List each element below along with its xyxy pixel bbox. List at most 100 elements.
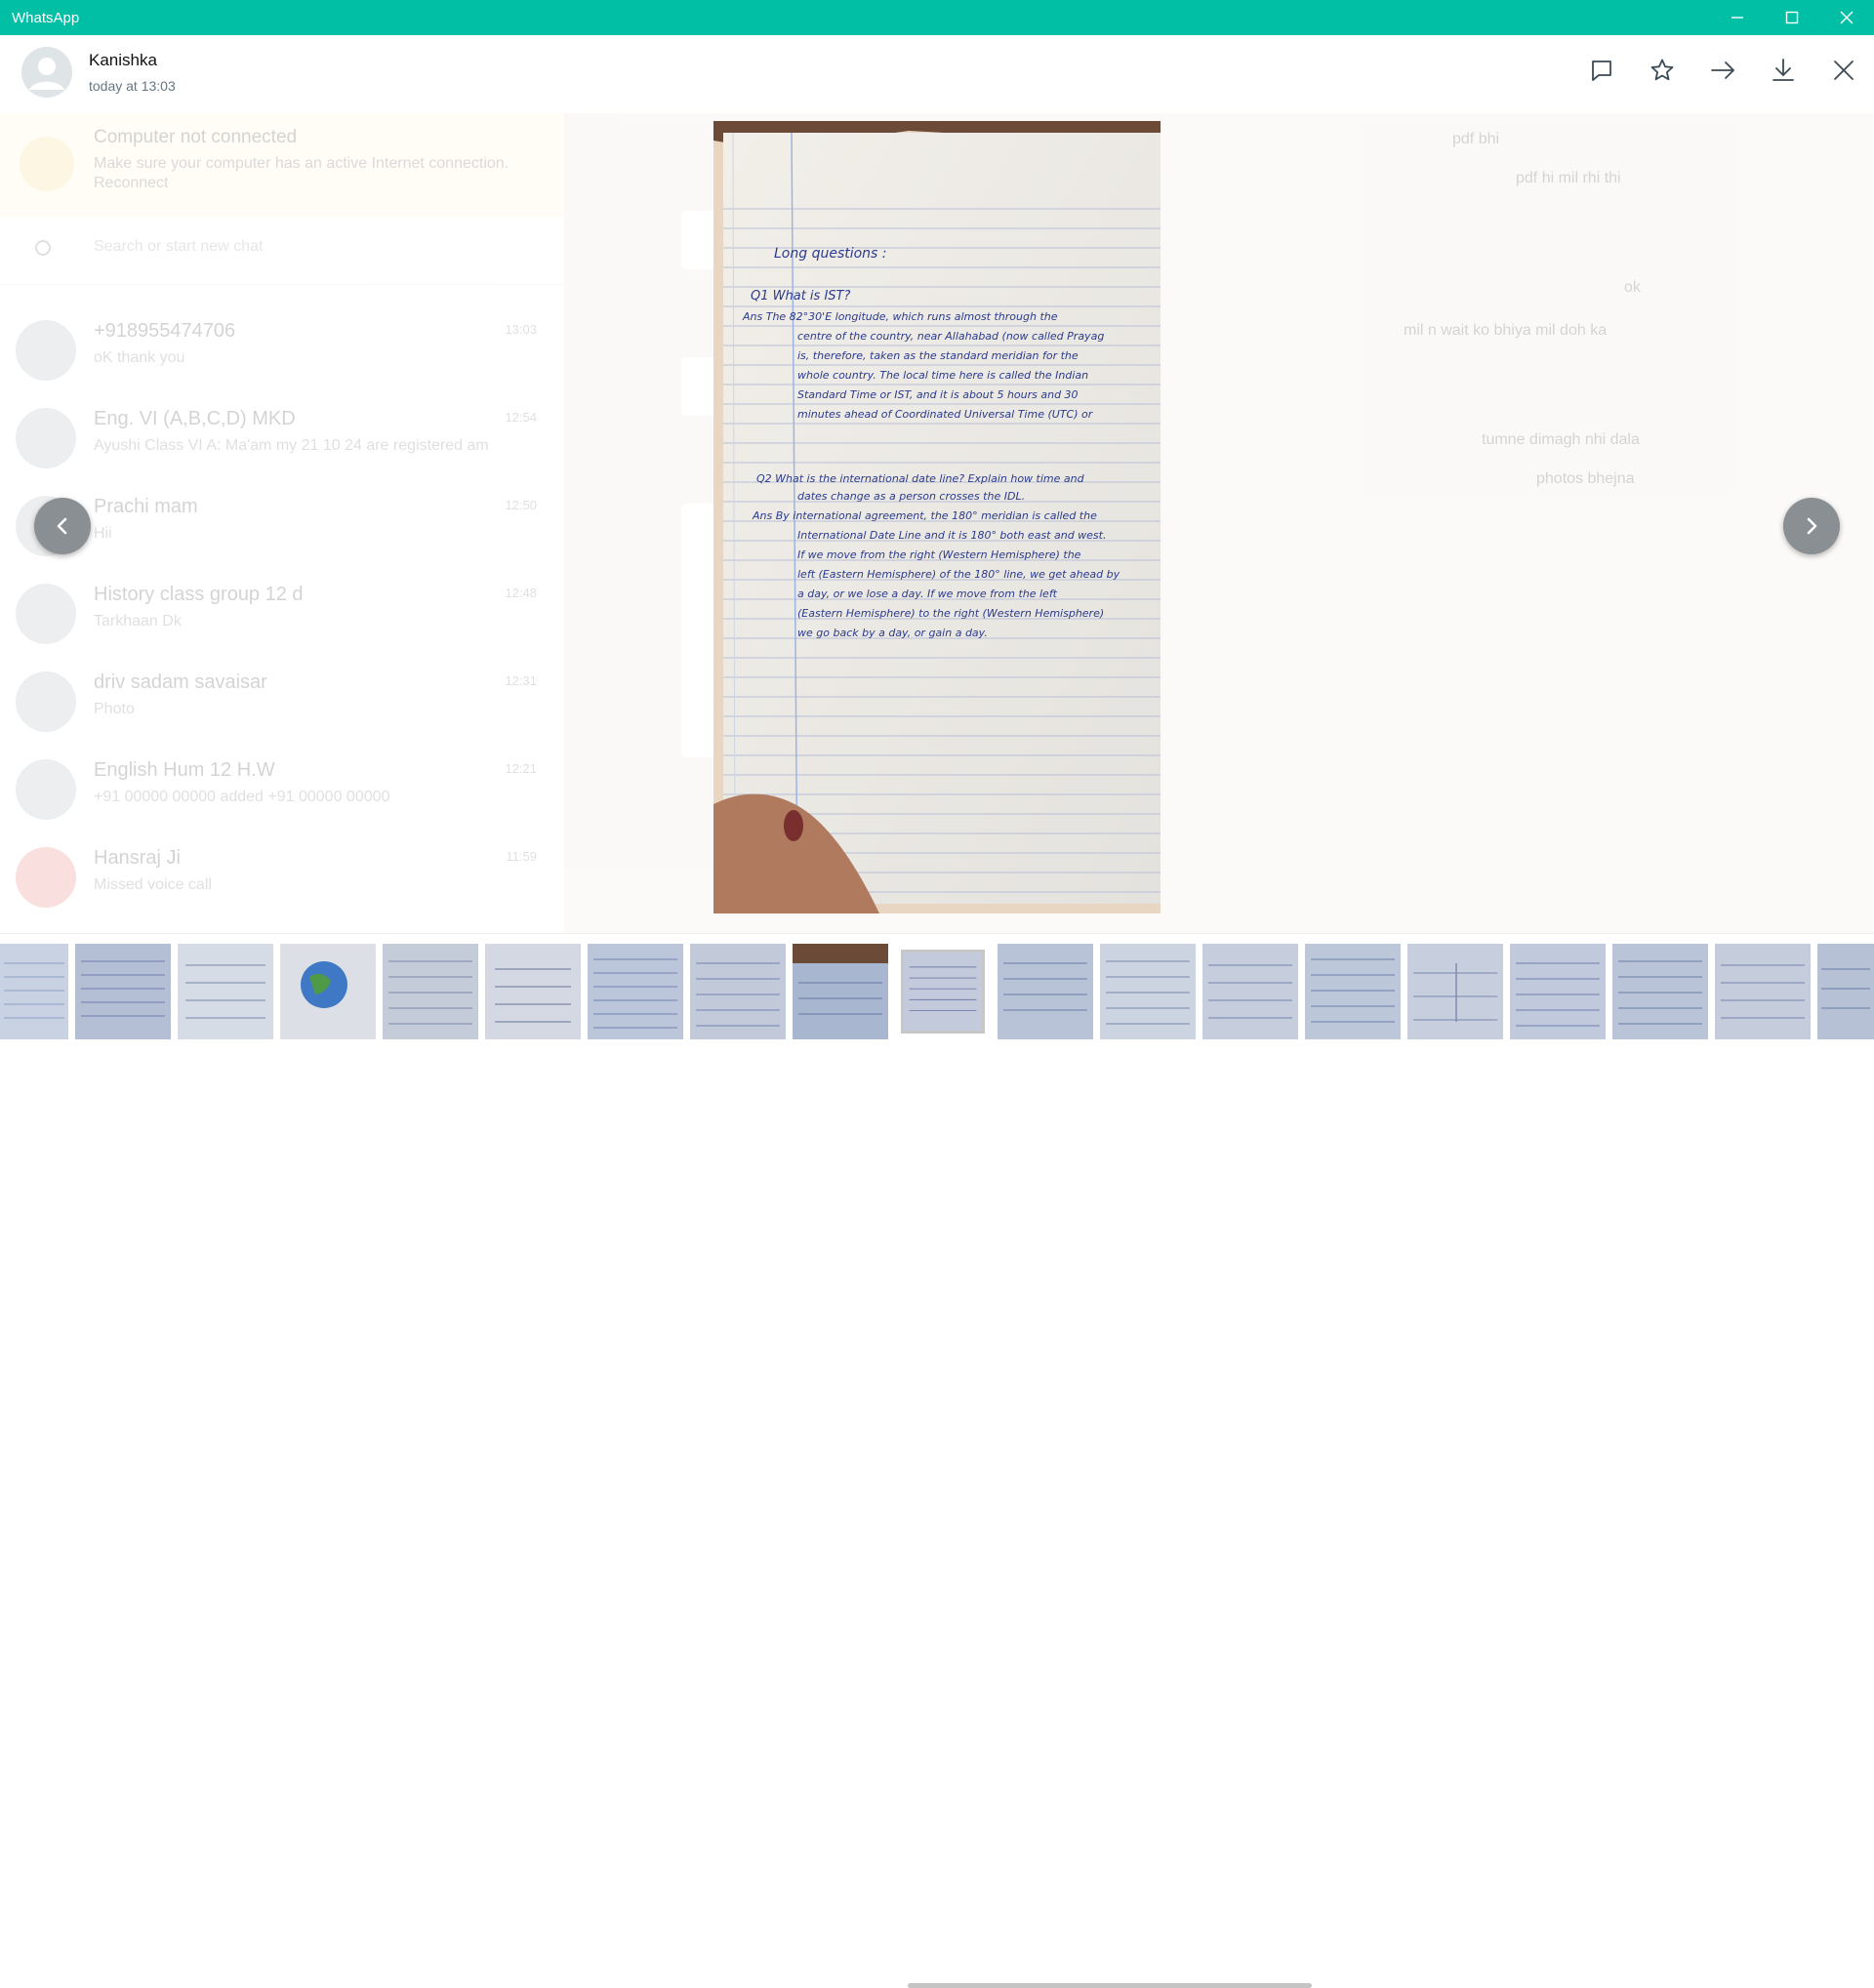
star-icon	[1650, 59, 1674, 81]
search-icon	[35, 240, 51, 256]
search-placeholder: Search or start new chat	[94, 238, 264, 255]
chat-name: English Hum 12 H.W	[94, 759, 275, 781]
avatar[interactable]	[21, 47, 72, 98]
notes-line: Ans By international agreement, the 180°…	[752, 509, 1097, 522]
chat-preview: Tarkhaan Dk	[94, 613, 182, 629]
minimize-button[interactable]	[1710, 0, 1765, 35]
forward-icon	[1711, 61, 1734, 79]
minimize-icon	[1731, 17, 1743, 19]
media-photo: Long questions : Q1 What is IST? Ans The…	[713, 121, 1161, 913]
media-thumbnail[interactable]	[1510, 944, 1606, 1039]
close-icon	[1840, 11, 1854, 24]
chat-name: driv sadam savaisar	[94, 671, 267, 693]
media-thumbnail[interactable]	[1715, 944, 1811, 1039]
background-message: mil n wait ko bhiya mil doh ka	[1404, 322, 1608, 339]
fingernail	[784, 810, 803, 841]
chat-list-item: Eng. VI (A,B,C,D) MKD Ayushi Class VI A: …	[0, 392, 564, 480]
reconnect-link[interactable]: Reconnect	[94, 175, 169, 191]
background-message: ok	[1624, 279, 1641, 296]
chat-time: 12:48	[505, 586, 537, 600]
media-thumbnail[interactable]	[1817, 944, 1874, 1039]
chevron-left-icon	[57, 517, 67, 535]
chat-time: 12:21	[505, 761, 537, 776]
avatar	[16, 759, 76, 820]
media-thumbnail[interactable]	[383, 944, 478, 1039]
media-thumbnail[interactable]	[485, 944, 581, 1039]
chat-name: History class group 12 d	[94, 584, 304, 605]
notes-line: whole country. The local time here is ca…	[797, 369, 1088, 382]
notebook-page-image: Long questions : Q1 What is IST? Ans The…	[713, 121, 1161, 913]
viewer-actions	[1571, 49, 1874, 92]
message-timestamp: today at 13:03	[89, 78, 176, 94]
chat-preview: Photo	[94, 701, 135, 717]
notes-line: a day, or we lose a day. If we move from…	[797, 588, 1058, 600]
chat-list-item: driv sadam savaisar Photo 12:31	[0, 656, 564, 744]
notes-line: Ans The 82°30'E longitude, which runs al…	[742, 310, 1058, 323]
notes-line: we go back by a day, or gain a day.	[797, 627, 988, 639]
media-thumbnail[interactable]	[280, 944, 376, 1039]
media-thumbnail[interactable]	[1305, 944, 1401, 1039]
chat-name: Eng. VI (A,B,C,D) MKD	[94, 408, 296, 429]
media-thumbnail-active[interactable]	[901, 950, 985, 1034]
chat-list-item: English Hum 12 H.W +91 00000 00000 added …	[0, 744, 564, 832]
reply-button[interactable]	[1571, 49, 1632, 92]
background-message: pdf hi mil rhi thi	[1516, 170, 1621, 186]
app-title: WhatsApp	[12, 9, 80, 26]
avatar	[16, 671, 76, 732]
warning-icon	[20, 137, 74, 191]
thumbnail-strip	[0, 933, 1874, 1988]
close-icon	[1834, 61, 1854, 80]
previous-media-button[interactable]	[34, 498, 91, 554]
star-button[interactable]	[1632, 49, 1692, 92]
media-thumbnail[interactable]	[793, 944, 888, 1039]
reply-icon	[1592, 61, 1611, 81]
avatar	[16, 847, 76, 908]
media-thumbnail[interactable]	[1100, 944, 1196, 1039]
close-viewer-button[interactable]	[1813, 49, 1874, 92]
chat-list-item: Hansraj Ji Missed voice call 11:59	[0, 832, 564, 919]
chat-preview: +91 00000 00000 added +91 00000 00000	[94, 789, 390, 805]
media-thumbnail[interactable]	[588, 944, 683, 1039]
notes-line: International Date Line and it is 180° b…	[797, 529, 1106, 542]
avatar	[16, 320, 76, 381]
connection-banner: Computer not connected Make sure your co…	[0, 113, 564, 217]
media-thumbnail[interactable]	[690, 944, 786, 1039]
media-thumbnail[interactable]	[75, 944, 171, 1039]
background-message: photos bhejna	[1536, 470, 1635, 487]
notes-line: is, therefore, taken as the standard mer…	[797, 349, 1079, 362]
search-bar: Search or start new chat	[0, 217, 564, 285]
title-bar: WhatsApp	[0, 0, 1874, 35]
maximize-icon	[1785, 11, 1799, 24]
maximize-button[interactable]	[1765, 0, 1819, 35]
media-thumbnail[interactable]	[178, 944, 273, 1039]
chevron-right-icon	[1807, 517, 1817, 535]
download-button[interactable]	[1753, 49, 1813, 92]
chat-name: Prachi mam	[94, 496, 198, 517]
download-icon	[1772, 59, 1794, 81]
media-thumbnail[interactable]	[1202, 944, 1298, 1039]
media-viewer-header: Kanishka today at 13:03	[0, 35, 1874, 113]
banner-title: Computer not connected	[94, 127, 298, 147]
avatar	[16, 584, 76, 644]
forward-button[interactable]	[1692, 49, 1753, 92]
avatar	[16, 408, 76, 468]
thumbnail-scrollbar[interactable]	[908, 1983, 1312, 1988]
media-thumbnail[interactable]	[0, 944, 68, 1039]
notes-line: Standard Time or IST, and it is about 5 …	[797, 388, 1079, 401]
chat-preview: Hii	[94, 525, 112, 542]
notes-line: centre of the country, near Allahabad (n…	[797, 330, 1104, 343]
close-window-button[interactable]	[1819, 0, 1874, 35]
media-thumbnail[interactable]	[998, 944, 1093, 1039]
sender-info: Kanishka today at 13:03	[89, 51, 176, 94]
notes-line: dates change as a person crosses the IDL…	[797, 490, 1025, 503]
notes-question: Q1 What is IST?	[751, 289, 850, 304]
notes-heading: Long questions :	[774, 246, 887, 262]
chat-list-item: History class group 12 d Tarkhaan Dk 12:48	[0, 568, 564, 656]
chat-preview: oK thank you	[94, 349, 185, 366]
media-thumbnail[interactable]	[1612, 944, 1708, 1039]
sender-name: Kanishka	[89, 51, 157, 69]
notes-line: minutes ahead of Coordinated Universal T…	[797, 408, 1094, 421]
next-media-button[interactable]	[1783, 498, 1840, 554]
notes-line: If we move from the right (Western Hemis…	[797, 548, 1081, 561]
media-thumbnail[interactable]	[1407, 944, 1503, 1039]
